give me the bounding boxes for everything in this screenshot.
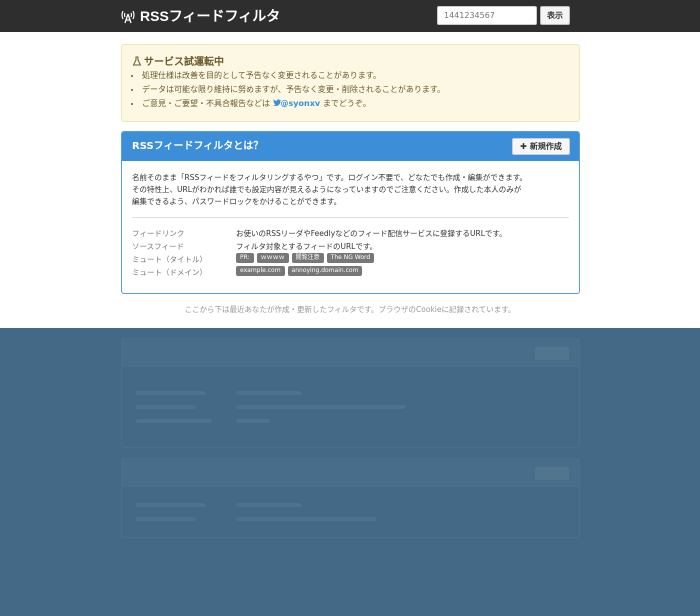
field-row: フィードリンク お使いのRSSリーダやFeedlyなどのフィード配信サービスに登…	[132, 227, 572, 240]
tag: 閲覧注意	[291, 253, 324, 263]
new-filter-button[interactable]: ✚ 新規作成	[512, 138, 570, 155]
field-row: ソースフィード フィルタ対象とするフィードのURLです。	[132, 240, 572, 253]
alert-title: サービス試運転中	[132, 53, 224, 68]
panel-title: RSSフィードフィルタとは？	[132, 141, 264, 152]
recent-filter-card	[121, 338, 580, 448]
divider	[132, 217, 569, 218]
tag: PR:	[236, 253, 254, 263]
brand-title: RSSフィードフィルタ	[140, 8, 281, 24]
field-label: ミュート（ドメイン）	[132, 268, 207, 277]
navbar: RSSフィードフィルタ 表示	[0, 0, 700, 32]
alert-list: 処理仕様は改善を目的として予告なく変更されることがあります。 データは可能な限り…	[128, 69, 445, 111]
recent-filter-card	[121, 458, 580, 538]
field-row: ミュート（タイトル） PR: ｗｗｗｗ 閲覧注意 The NG Word	[132, 253, 572, 266]
mute-title-tags: PR: ｗｗｗｗ 閲覧注意 The NG Word	[236, 253, 375, 263]
alert-item: ご意見・ご要望・不具合報告などは @syonxv までどうぞ。	[142, 97, 445, 111]
tag: ｗｗｗｗ	[256, 253, 289, 263]
show-button[interactable]: 表示	[540, 6, 570, 25]
plus-icon: ✚	[520, 142, 527, 151]
field-label: ソースフィード	[132, 242, 184, 251]
flask-icon	[132, 56, 142, 65]
tag: annoying.domain.com	[287, 266, 363, 276]
field-row: ミュート（ドメイン） example.com annoying.domain.c…	[132, 266, 572, 279]
modal-overlay[interactable]	[0, 328, 700, 616]
field-value: フィルタ対象とするフィードのURLです。	[236, 242, 378, 251]
twitter-link[interactable]: @syonxv	[272, 99, 323, 108]
recent-filters-note: ここから下は最近あなたが作成・更新したフィルタです。ブラウザのCookieに記録…	[184, 305, 516, 314]
brand-link[interactable]: RSSフィードフィルタ	[120, 0, 280, 32]
panel-description: 名前そのまま「RSSフィードをフィルタリングするやつ」です。ログイン不要で、どな…	[132, 173, 527, 206]
filter-id-input[interactable]	[437, 6, 537, 25]
twitter-icon	[272, 99, 281, 106]
about-panel: RSSフィードフィルタとは？ ✚ 新規作成 名前そのまま「RSSフィードをフィル…	[121, 131, 580, 294]
service-alert: サービス試運転中 処理仕様は改善を目的として予告なく変更されることがあります。 …	[121, 44, 580, 122]
tag: The NG Word	[326, 253, 375, 263]
field-definitions: フィードリンク お使いのRSSリーダやFeedlyなどのフィード配信サービスに登…	[132, 227, 572, 279]
antenna-icon	[121, 10, 135, 24]
field-label: ミュート（タイトル）	[132, 255, 207, 264]
panel-header: RSSフィードフィルタとは？ ✚ 新規作成	[122, 132, 579, 161]
field-value: お使いのRSSリーダやFeedlyなどのフィード配信サービスに登録するURLです…	[236, 229, 507, 238]
alert-item: データは可能な限り維持に努めますが、予告なく変更・削除されることがあります。	[142, 83, 445, 97]
alert-item: 処理仕様は改善を目的として予告なく変更されることがあります。	[142, 69, 445, 83]
tag: example.com	[236, 266, 285, 276]
mute-domain-tags: example.com annoying.domain.com	[236, 266, 363, 276]
field-label: フィードリンク	[132, 229, 185, 238]
